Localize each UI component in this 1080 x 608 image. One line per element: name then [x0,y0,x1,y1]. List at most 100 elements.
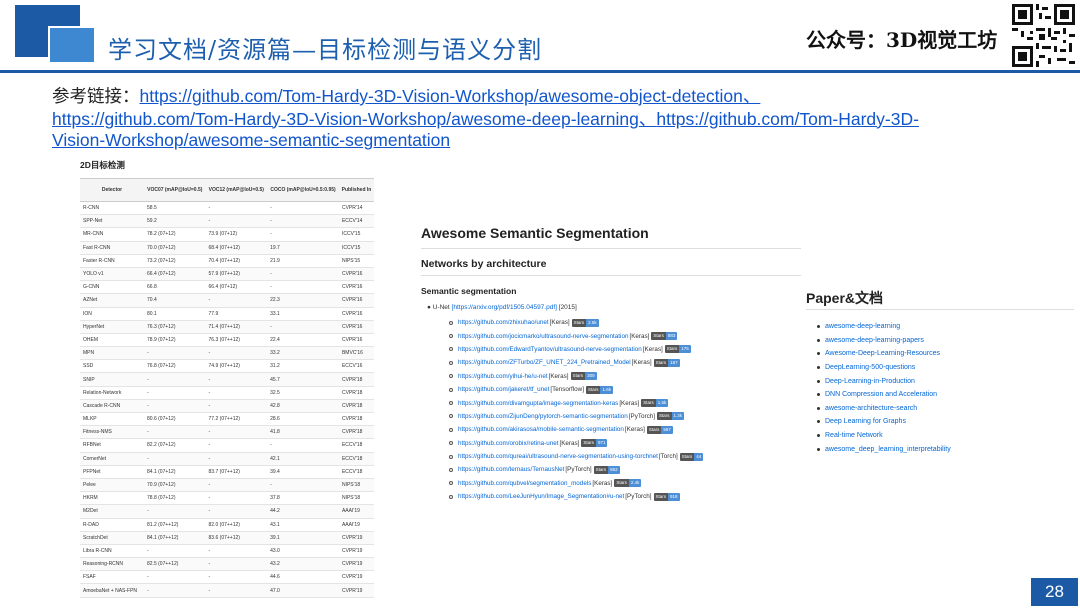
paper-list-item[interactable]: Deep-Learning-in-Production [817,374,951,388]
paper-link[interactable]: awesome-deep-learning [825,323,900,330]
framework-label: [Keras] [642,345,663,353]
table-row: SNIP - -45.7 CVPR'18 [80,372,374,387]
repo-link[interactable]: https://github.com/ZFTurbo/ZF_UNET_224_P… [458,359,631,366]
repo-link[interactable]: https://github.com/qureai/ultrasound-ner… [458,453,658,460]
paper-list-item[interactable]: DeepLearning-500-questions [817,361,951,375]
stars-badge[interactable]: Stars 2.4k [614,479,642,488]
repo-link[interactable]: https://github.com/jakeret/tf_unet [458,386,549,393]
stars-badge[interactable]: Stars 187 [653,358,680,367]
table-cell: ICCV'15 [338,227,374,242]
table-cell: - [205,293,268,308]
link-awesome-object-detection[interactable]: https://github.com/Tom-Hardy-3D-Vision-W… [140,86,743,106]
paper-link[interactable]: Deep-Learning-in-Production [825,378,915,385]
paper-list-item[interactable]: Awesome-Deep-Learning-Resources [817,347,951,361]
repo-link[interactable]: https://github.com/EdwardTyantov/ultraso… [458,346,642,353]
table-cell: - [205,386,268,400]
table-cell: 33.1 [267,307,339,321]
table-cell: AmoebaNet + NAS-FPN [80,583,144,598]
list-item: https://github.com/ternaus/TernausNet [Py… [449,463,703,476]
stars-badge[interactable]: Stars 175 [664,345,691,354]
paper-link[interactable]: awesome_deep_learning_interpretability [825,446,951,453]
table-row: AZNet 70.4-22.3 CVPR'16 [80,293,374,308]
stars-badge-count: 1.6k [600,385,613,394]
stars-badge[interactable]: Stars 1.5k [641,399,669,408]
repo-link[interactable]: https://github.com/qubvel/segmentation_m… [458,480,591,487]
repo-link[interactable]: https://github.com/zhixuhao/unet [458,319,549,326]
table-cell: 37.8 [267,491,339,506]
table-row: CornerNet - -42.1 ECCV'18 [80,452,374,466]
paper-link[interactable]: Real-time Network [825,432,883,439]
paper-list-item[interactable]: Real-time Network [817,429,951,443]
circle-bullet-icon [449,387,453,392]
repo-link[interactable]: https://github.com/divamgupta/image-segm… [458,400,618,407]
stars-badge-label: Stars [664,345,680,354]
table-cell: 78.9 (07+12) [144,333,206,348]
table-cell: 74.9 (07++12) [205,359,268,374]
table-row: Fitness-NMS - -41.8 CVPR'18 [80,425,374,440]
table-cell: ECCV'18 [338,465,374,479]
stars-badge[interactable]: Stars 883 [651,332,678,341]
table-cell: Relation-Network [80,386,144,400]
unet-paper-link[interactable]: [https://arxiv.org/pdf/1505.04597.pdf] [452,304,557,311]
stars-badge[interactable]: Stars 587 [646,425,673,434]
table-cell: 77.2 (07++12) [205,412,268,427]
stars-badge-label: Stars [651,332,666,341]
repo-link[interactable]: https://github.com/ternaus/TernausNet [458,466,564,473]
table-row: PFPNet 84.1 (07+12) 83.7 (07++12) 39.4 ECCV'… [80,465,374,479]
paper-list-item[interactable]: awesome_deep_learning_interpretability [817,442,951,456]
paper-link[interactable]: awesome-architecture-search [825,405,917,412]
bullet-icon [817,406,820,410]
paper-link[interactable]: Deep Learning for Graphs [825,418,906,425]
paper-list-item[interactable]: Deep Learning for Graphs [817,415,951,429]
repo-link[interactable]: https://github.com/orobix/retina-unet [458,440,558,447]
paper-title: Paper&文档 [806,290,884,306]
table-row: AmoebaNet + NAS-FPN - -47.0 CVPR'19 [80,583,374,598]
paper-list-item[interactable]: awesome-deep-learning-papers [817,334,951,348]
link-awesome-deep-learning[interactable]: https://github.com/Tom-Hardy-3D-Vision-W… [52,109,639,129]
table-cell: RFBNet [80,438,144,453]
table-cell: CVPR'19 [338,557,374,572]
paper-list-item[interactable]: awesome-deep-learning [817,320,951,334]
paper-list-item[interactable]: DNN Compression and Acceleration [817,388,951,402]
paper-link[interactable]: DNN Compression and Acceleration [825,391,937,398]
table-cell: R-DAD [80,518,144,532]
bullet-icon [817,325,820,329]
stars-badge[interactable]: Stars 2.8k [571,318,599,327]
table-cell: SPP-Net [80,214,144,229]
stars-badge[interactable]: Stars 918 [653,492,680,501]
repo-link[interactable]: https://github.com/jocicmarko/ultrasound… [458,333,628,340]
paper-list-item[interactable]: awesome-architecture-search [817,402,951,416]
table-cell: 80.1 [144,307,206,321]
table-column-header: VOC07 (mAP@IoU=0.5) [144,178,206,202]
detection-table-panel: 2D目标检测 Detector VOC07 (mAP@IoU=0.5) VOC12 … [80,156,380,598]
table-row: ScratchDet 84.1 (07++12) 83.6 (07++12) 39.1… [80,531,374,545]
unet-repo-list: https://github.com/zhixuhao/unet [Keras] S… [449,316,704,503]
stars-badge[interactable]: Stars 862 [593,465,620,474]
stars-badge-count: 2.4k [628,479,642,488]
table-row: OHEM 78.9 (07+12) 76.3 (07++12) 22.4 CVPR'16 [80,333,374,348]
header-logo-square-light [48,26,96,64]
stars-badge[interactable]: Stars 1.6k [585,385,613,394]
paper-link[interactable]: Awesome-Deep-Learning-Resources [825,350,940,357]
table-cell: BMVC'16 [338,346,374,361]
stars-badge[interactable]: Stars 44 [679,452,704,461]
framework-label: [Keras] [624,426,645,434]
table-cell: CVPR'18 [338,386,374,400]
stars-badge-label: Stars [581,439,596,448]
table-cell: - [205,583,268,598]
table-cell: - [144,570,206,585]
paper-link[interactable]: awesome-deep-learning-papers [825,337,924,344]
repo-link[interactable]: https://github.com/yihui-he/u-net [458,373,548,380]
repo-link[interactable]: https://github.com/LeeJunHyun/Image_Segm… [458,493,624,500]
repo-link[interactable]: https://github.com/akirasosa/mobile-sema… [458,426,624,433]
stars-badge[interactable]: Stars 1.3k [657,412,685,421]
circle-bullet-icon [449,334,453,339]
stars-badge[interactable]: Stars 309 [570,372,597,381]
repo-link[interactable]: https://github.com/ZijunDeng/pytorch-sem… [458,413,628,420]
stars-badge[interactable]: Stars 971 [581,439,608,448]
table-cell: 66.8 [144,280,206,295]
bullet-icon [817,447,820,451]
circle-bullet-icon [449,320,453,325]
table-cell: NIPS'18 [338,491,374,506]
paper-link[interactable]: DeepLearning-500-questions [825,364,915,371]
